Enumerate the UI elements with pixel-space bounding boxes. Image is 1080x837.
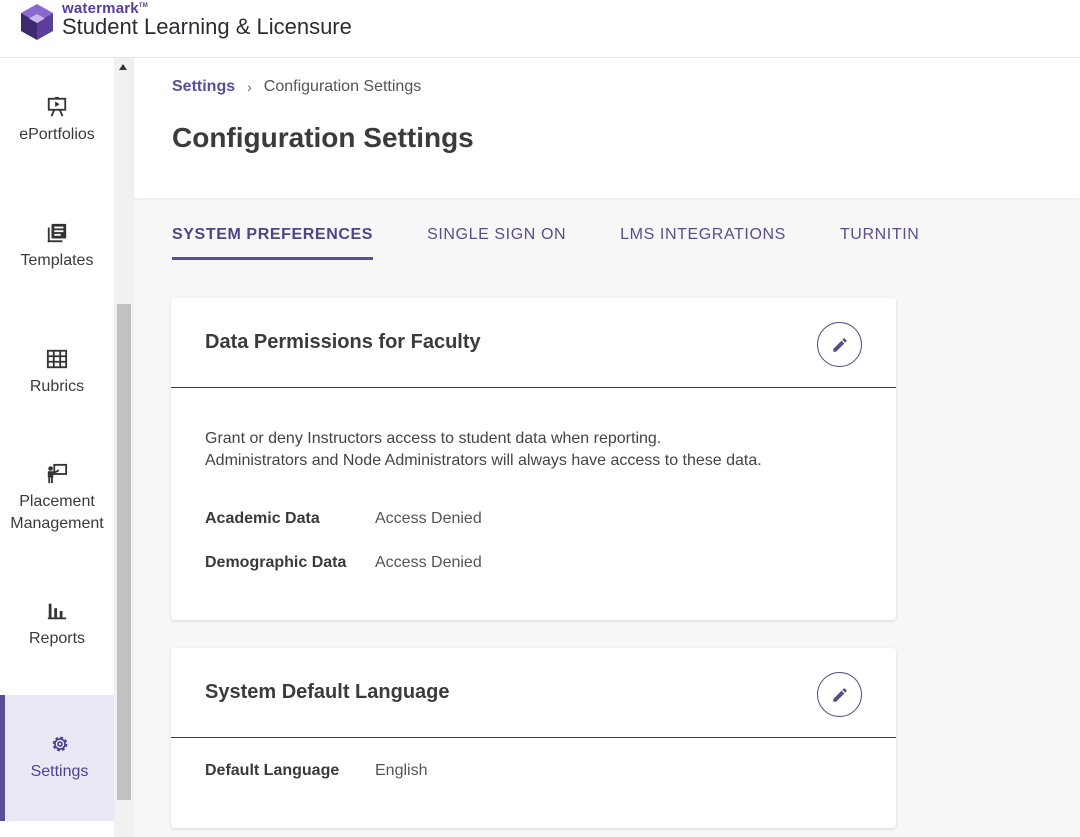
card-description: Grant or deny Instructors access to stud… [205,430,762,469]
watermark-logo-icon [21,4,53,40]
breadcrumb-current: Configuration Settings [263,78,422,95]
sidebar-item-eportfolios[interactable]: ePortfolios [0,58,114,184]
edit-data-permissions-button[interactable] [817,322,862,367]
academic-data-row: Academic Data Access Denied [205,510,482,528]
page-title: Configuration Settings [172,122,474,153]
page-header: Settings › Configuration Settings Config… [134,58,1080,198]
settings-tabs: SYSTEM PREFERENCES SINGLE SIGN ON LMS IN… [172,222,973,262]
sidebar-item-label: Rubrics [29,378,85,395]
breadcrumb: Settings › Configuration Settings [172,78,421,96]
edit-language-button[interactable] [817,672,862,717]
sidebar-item-label: Templates [20,252,94,269]
top-bar: watermarkTM Student Learning & Licensure [0,0,1080,58]
sidebar-item-label: Reports [28,630,86,647]
library-books-icon [47,223,67,243]
tab-system-preferences[interactable]: SYSTEM PREFERENCES [172,222,374,260]
sidebar-item-reports[interactable]: Reports [0,562,114,688]
field-label: Academic Data [205,510,320,527]
card-title: Data Permissions for Faculty [205,331,481,353]
card-header: System Default Language [171,648,896,738]
data-permissions-card: Data Permissions for Faculty Grant or de… [171,298,896,620]
tab-turnitin[interactable]: TURNITIN [840,222,919,260]
tab-single-sign-on[interactable]: SINGLE SIGN ON [427,222,566,260]
sidebar-item-templates[interactable]: Templates [0,184,114,310]
field-value: Access Denied [375,510,482,527]
sidebar-item-label: ePortfolios [19,126,95,143]
sidebar-item-settings[interactable]: Settings [0,695,114,821]
gear-icon [52,736,67,752]
breadcrumb-settings-link[interactable]: Settings [172,78,235,96]
field-value: Access Denied [375,554,482,571]
scrollbar-thumb[interactable] [117,304,131,800]
default-language-row: Default Language English [205,762,427,780]
field-label: Demographic Data [205,554,347,571]
bar-chart-icon [47,603,67,620]
field-label: Default Language [205,762,340,779]
pencil-icon [832,337,847,352]
sidebar-item-rubrics[interactable]: Rubrics [0,310,114,436]
sidebar-item-placement-management[interactable]: Placement Management [0,436,114,562]
breadcrumb-separator: › [247,79,252,95]
presentation-board-icon [47,96,67,117]
card-title: System Default Language [205,681,450,703]
sidebar-item-label: Placement Management [10,493,104,532]
tab-lms-integrations[interactable]: LMS INTEGRATIONS [620,222,786,260]
demographic-data-row: Demographic Data Access Denied [205,554,482,572]
scroll-up-arrow-icon[interactable] [119,64,127,70]
sidebar-item-label: Settings [30,763,89,780]
brand-product-name: Student Learning & Licensure [62,14,352,39]
sidebar-nav: ePortfolios Templates Rubrics Placement … [0,58,114,837]
sidebar-scrollbar[interactable] [114,58,134,837]
field-value: English [375,762,428,779]
pencil-icon [832,687,847,702]
system-default-language-card: System Default Language Default Language… [171,648,896,828]
person-presenting-icon [47,463,68,484]
grid-table-icon [46,349,68,369]
card-header: Data Permissions for Faculty [171,298,896,388]
